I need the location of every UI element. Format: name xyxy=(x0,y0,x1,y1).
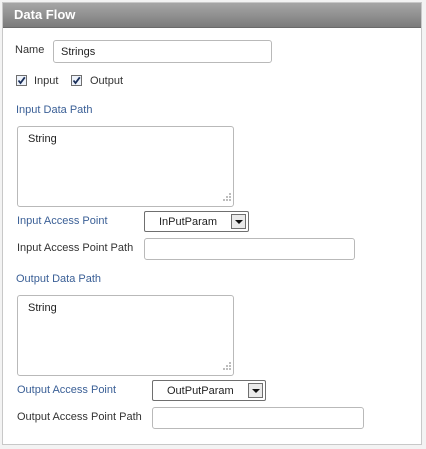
output-checkbox-label: Output xyxy=(90,75,124,87)
output-access-point-path-input[interactable] xyxy=(152,407,364,429)
input-access-point-path-label: Input Access Point Path xyxy=(17,242,134,254)
output-data-path-textarea[interactable]: String xyxy=(17,295,234,376)
output-access-point-select[interactable]: OutPutParam xyxy=(152,380,266,401)
checkmark-icon xyxy=(17,76,26,85)
input-data-path-label: Input Data Path xyxy=(16,104,93,116)
input-data-path-textarea[interactable]: String xyxy=(17,126,234,207)
output-data-path-label: Output Data Path xyxy=(16,273,101,285)
resize-grip-icon[interactable] xyxy=(220,192,232,204)
resize-grip-icon[interactable] xyxy=(220,361,232,373)
input-checkbox-label: Input xyxy=(34,75,59,87)
input-access-point-select[interactable]: InPutParam xyxy=(144,211,249,232)
output-access-point-label: Output Access Point xyxy=(17,384,117,396)
input-checkbox[interactable] xyxy=(16,75,27,86)
name-input[interactable] xyxy=(53,40,272,63)
input-access-point-path-input[interactable] xyxy=(144,238,355,260)
checkmark-icon xyxy=(72,76,81,85)
panel-title-bar: Data Flow xyxy=(3,3,421,28)
input-access-point-value: InPutParam xyxy=(159,216,218,228)
input-access-point-label: Input Access Point xyxy=(17,215,108,227)
output-checkbox[interactable] xyxy=(71,75,82,86)
output-access-point-path-label: Output Access Point Path xyxy=(17,411,142,423)
chevron-down-icon[interactable] xyxy=(231,214,246,229)
chevron-down-icon[interactable] xyxy=(248,383,263,398)
output-access-point-value: OutPutParam xyxy=(167,385,234,397)
name-label: Name xyxy=(15,44,45,56)
panel-title: Data Flow xyxy=(14,7,76,22)
